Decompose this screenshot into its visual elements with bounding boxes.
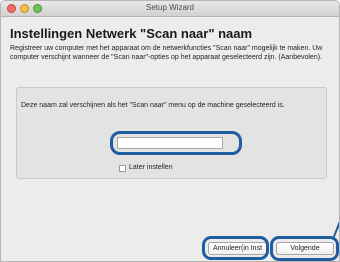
window-title: Setup Wizard <box>145 3 195 12</box>
next-highlight-ring <box>270 236 339 261</box>
later-setup-label[interactable]: Later instellen <box>129 164 173 171</box>
cancel-highlight-ring <box>202 236 269 260</box>
panel-description: Deze naam zal verschijnen als het "Scan … <box>21 102 285 109</box>
pointer-arrow-icon <box>332 221 339 239</box>
setup-wizard-window: Setup Wizard Instellingen Netwerk "Scan … <box>0 0 340 262</box>
later-setup-checkbox[interactable] <box>119 165 126 172</box>
intro-text: Registreer uw computer met het apparaat … <box>10 45 323 61</box>
page-heading: Instellingen Netwerk "Scan naar" naam <box>10 26 253 41</box>
input-highlight-ring <box>110 131 242 155</box>
title-bar: Setup Wizard <box>1 1 339 17</box>
